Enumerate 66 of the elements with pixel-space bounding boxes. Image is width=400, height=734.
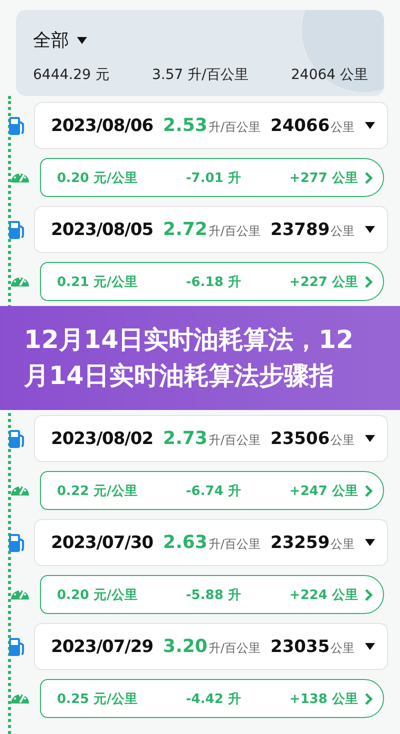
cost-per-km: 0.22 元/公里	[57, 482, 138, 500]
chevron-right-icon	[364, 274, 373, 288]
fuel-pump-icon	[8, 532, 26, 552]
fill-record-card[interactable]: 2023/07/29 3.20 升/百公里 23035公里	[34, 623, 388, 670]
record-date: 2023/07/29	[51, 636, 154, 656]
consumption-value: 2.72	[163, 219, 208, 240]
average-consumption: 3.57 升/百公里	[152, 66, 248, 84]
caret-icon	[77, 36, 87, 44]
caret-icon	[364, 643, 375, 650]
fuel-used: -5.88 升	[186, 586, 241, 604]
fuel-pump-icon	[8, 428, 26, 448]
odometer-unit: 公里	[330, 536, 355, 552]
consumption-unit: 升/百公里	[208, 119, 261, 136]
chevron-right-icon	[364, 170, 373, 184]
odometer-unit: 公里	[330, 222, 355, 240]
fill-record-card[interactable]: 2023/08/02 2.73 升/百公里 23506公里	[34, 415, 388, 462]
consumption-unit: 升/百公里	[208, 536, 261, 553]
caret-icon	[364, 539, 375, 546]
total-distance: 24064 公里	[291, 66, 368, 84]
record-date: 2023/08/05	[51, 220, 154, 240]
caret-icon	[364, 435, 375, 442]
total-cost: 6444.29 元	[33, 66, 110, 84]
consumption-value: 2.73	[163, 428, 208, 449]
fuel-used: -6.18 升	[186, 274, 241, 290]
cost-per-km: 0.21 元/公里	[57, 274, 138, 290]
fuel-used: -6.74 升	[186, 482, 241, 500]
odometer-unit: 公里	[330, 432, 355, 448]
odometer-value: 24066	[270, 116, 330, 136]
cost-per-km: 0.25 元/公里	[57, 690, 138, 708]
record-date: 2023/08/02	[51, 428, 154, 448]
consumption-unit: 升/百公里	[208, 640, 261, 657]
record-date: 2023/08/06	[51, 116, 154, 136]
odometer-unit: 公里	[330, 640, 355, 656]
consumption-value: 2.53	[163, 115, 208, 136]
consumption-value: 3.20	[163, 636, 208, 657]
trip-distance: +277 公里	[289, 170, 358, 186]
cost-per-km: 0.20 元/公里	[57, 170, 138, 186]
filter-dropdown[interactable]: 全部	[33, 28, 87, 52]
trip-distance: +247 公里	[289, 482, 358, 500]
trip-distance: +224 公里	[289, 586, 358, 604]
banner-title: 12月14日实时油耗算法，12月14日实时油耗算法步骤指	[24, 324, 354, 392]
chevron-right-icon	[364, 588, 373, 602]
fuel-pump-icon	[8, 116, 26, 136]
consumption-unit: 升/百公里	[208, 432, 261, 449]
odometer-value: 23259	[270, 532, 330, 552]
caret-icon	[364, 122, 375, 129]
record-date: 2023/07/30	[51, 532, 154, 552]
fuel-pump-icon	[8, 220, 26, 240]
fuel-used: -7.01 升	[186, 170, 241, 186]
chevron-right-icon	[364, 692, 373, 706]
fill-record-card[interactable]: 2023/08/06 2.53 升/百公里 24066公里	[34, 102, 388, 149]
odometer-value: 23789	[270, 220, 330, 240]
odometer-value: 23035	[270, 636, 330, 656]
odometer-value: 23506	[270, 428, 330, 448]
cost-per-km: 0.20 元/公里	[57, 586, 138, 604]
trip-distance: +227 公里	[289, 274, 358, 290]
fuel-pump-icon	[8, 636, 26, 656]
trip-distance: +138 公里	[289, 690, 358, 708]
consumption-value: 2.63	[163, 532, 208, 553]
fill-record-card[interactable]: 2023/07/30 2.63 升/百公里 23259公里	[34, 519, 388, 566]
fuel-used: -4.42 升	[186, 690, 241, 708]
consumption-unit: 升/百公里	[208, 223, 261, 240]
chevron-right-icon	[364, 484, 373, 498]
odometer-unit: 公里	[330, 118, 355, 136]
caret-icon	[364, 226, 375, 233]
fill-record-card[interactable]: 2023/08/05 2.72 升/百公里 23789公里	[34, 206, 388, 253]
